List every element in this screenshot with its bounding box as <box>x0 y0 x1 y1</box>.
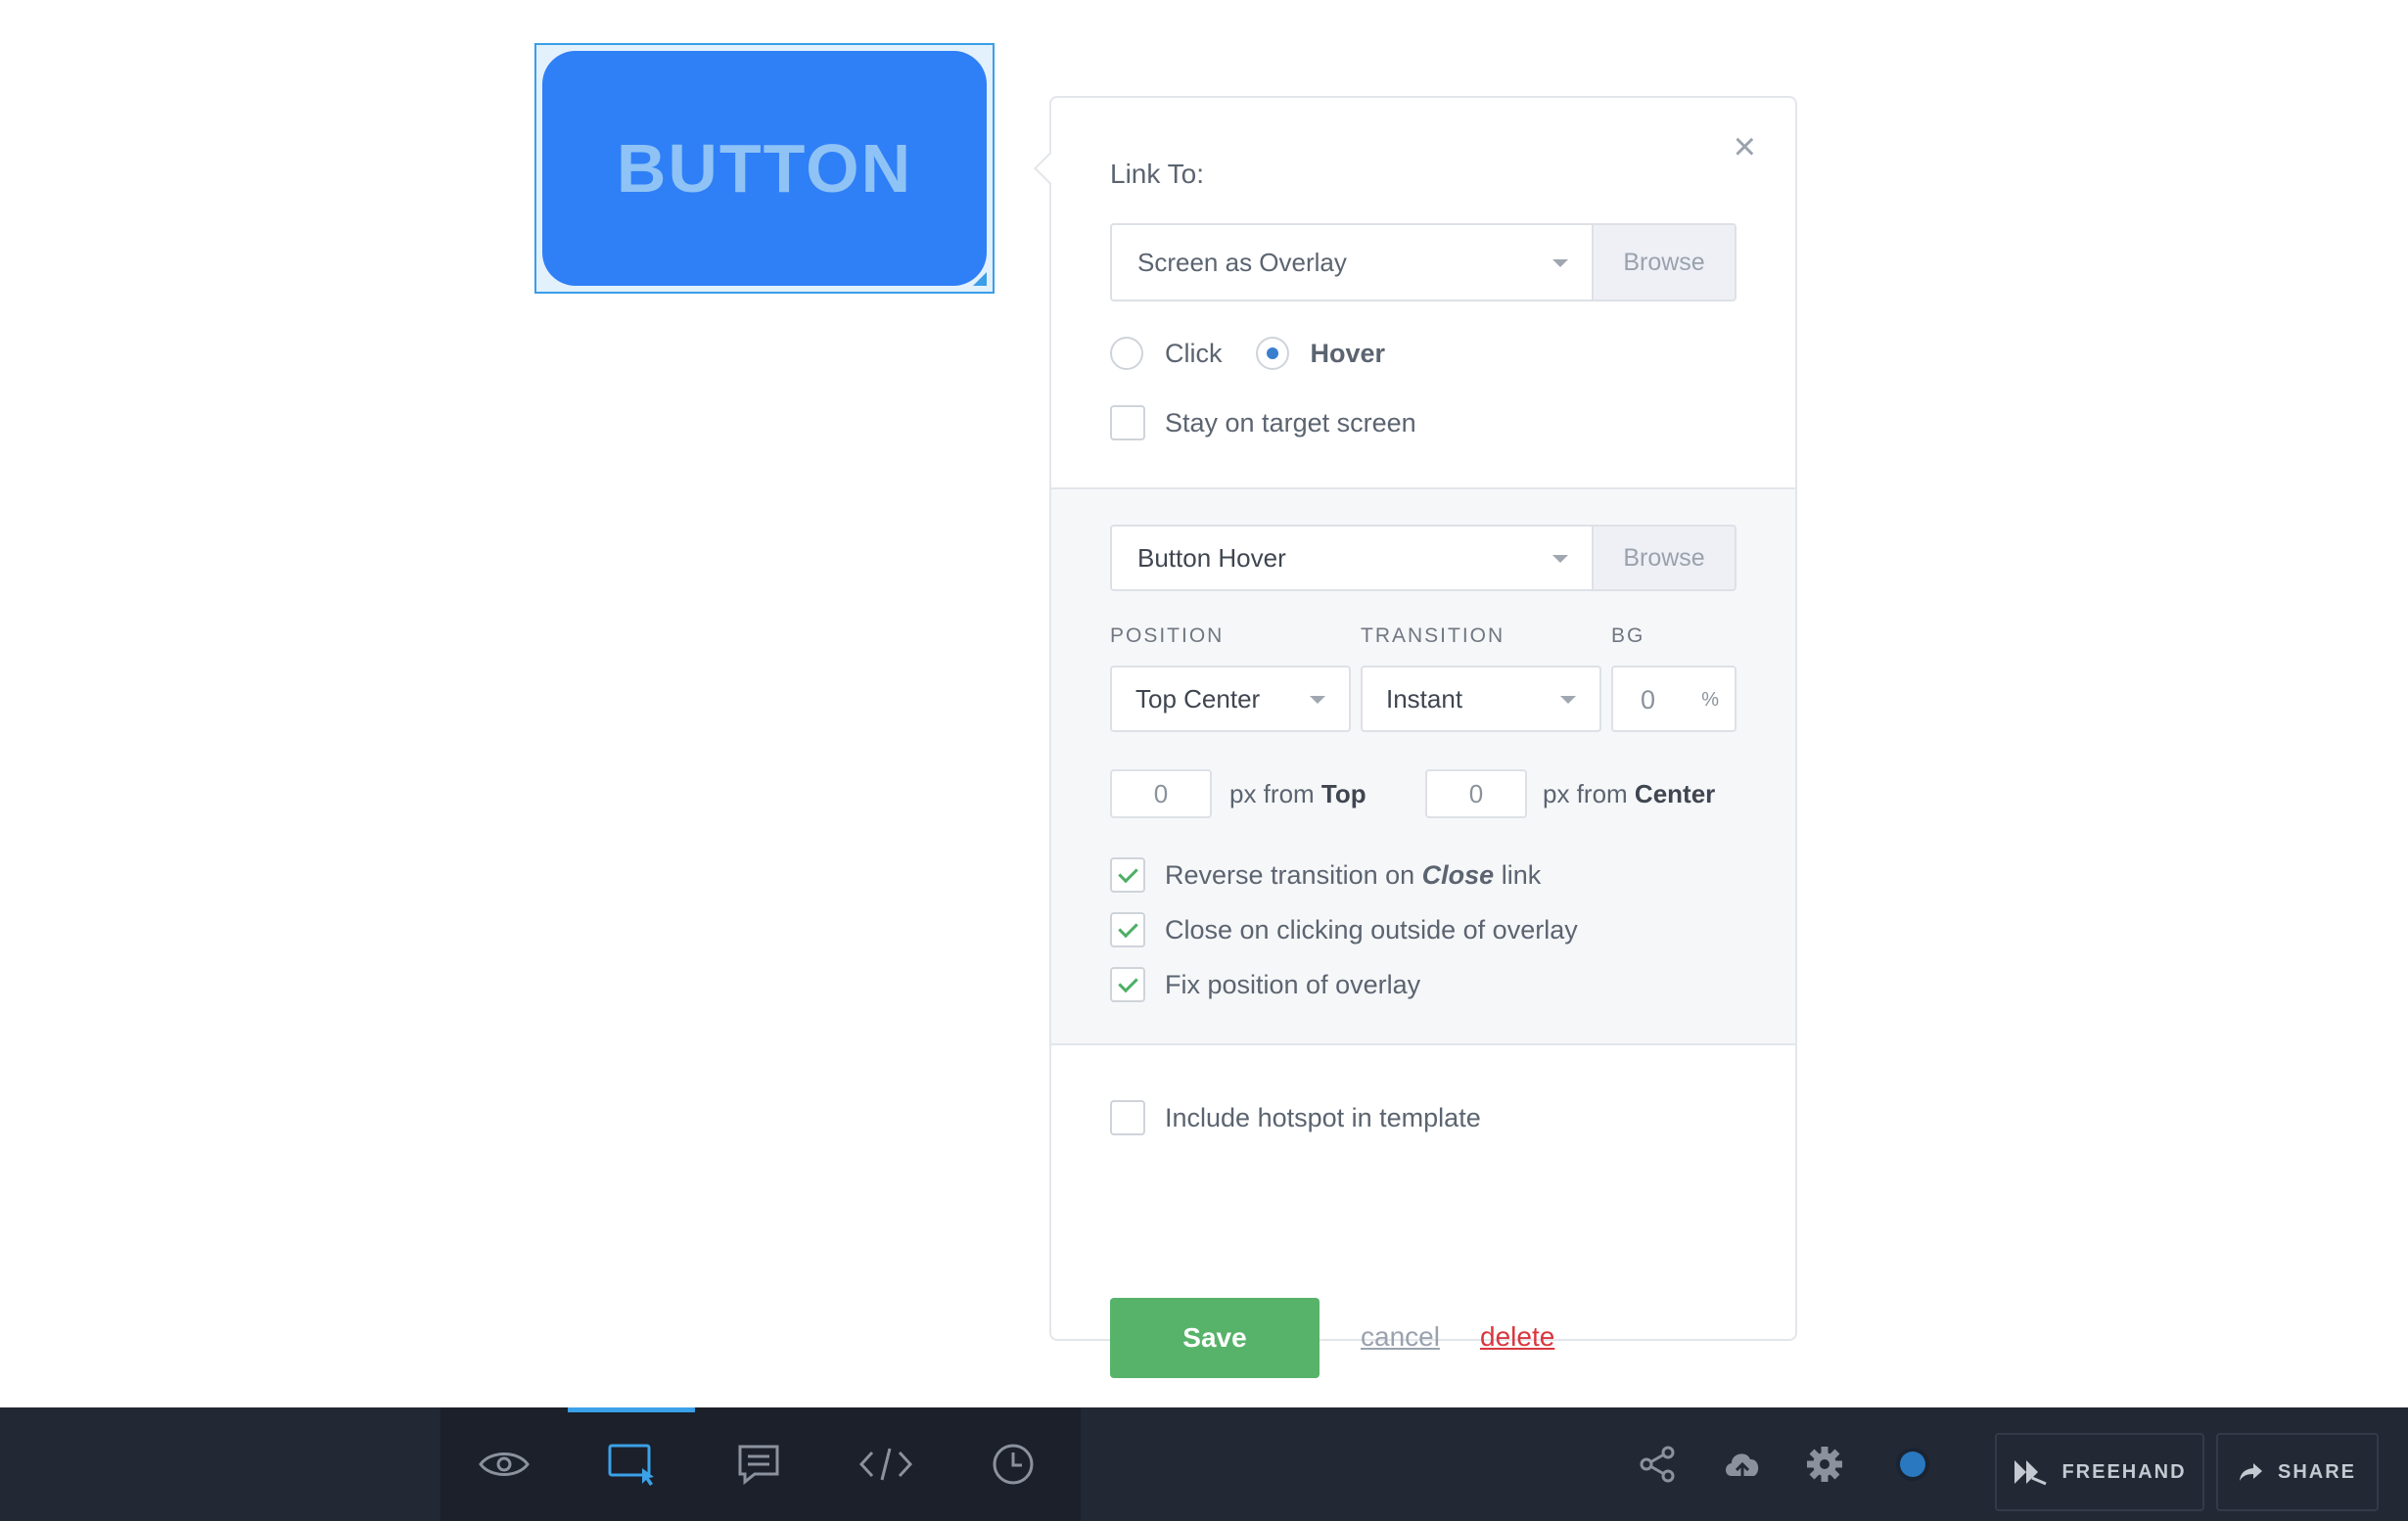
position-select[interactable]: Top Center <box>1110 666 1351 732</box>
delete-link[interactable]: delete <box>1480 1321 1554 1353</box>
include-template-checkbox[interactable] <box>1110 1100 1145 1135</box>
click-radio-label[interactable]: Click <box>1165 339 1223 369</box>
link-type-row: Screen as Overlay Browse <box>1110 223 1737 301</box>
clock-icon <box>993 1444 1034 1485</box>
browse-button[interactable]: Browse <box>1592 223 1737 301</box>
chevron-down-icon <box>1310 696 1325 704</box>
reverse-suffix: link <box>1501 859 1542 890</box>
offset-center-anchor: Center <box>1634 779 1716 808</box>
bg-opacity-value: 0 <box>1641 685 1656 714</box>
overlay-screen-row: Button Hover Browse <box>1110 525 1737 591</box>
eye-icon <box>479 1452 530 1476</box>
comments-tool[interactable] <box>695 1407 822 1521</box>
fix-position-checkbox[interactable] <box>1110 967 1145 1002</box>
link-type-value: Screen as Overlay <box>1137 247 1347 277</box>
freehand-button[interactable]: FREEHAND <box>1995 1433 2204 1511</box>
freehand-label: FREEHAND <box>2061 1460 2187 1483</box>
gear-glyph <box>1807 1447 1842 1482</box>
chevron-down-icon <box>1552 259 1568 267</box>
fix-position-label: Fix position of overlay <box>1165 969 1421 999</box>
hotspot-tool[interactable] <box>568 1407 695 1521</box>
cloud-upload-icon[interactable] <box>1711 1407 1774 1521</box>
hotspot-button-text: BUTTON <box>616 130 913 207</box>
overlay-browse-button[interactable]: Browse <box>1592 525 1737 591</box>
cloud-glyph <box>1726 1453 1759 1478</box>
gear-icon[interactable] <box>1793 1407 1856 1521</box>
include-template-label: Include hotspot in template <box>1165 1102 1481 1132</box>
mode-tools <box>440 1407 1081 1521</box>
share-nodes-icon[interactable] <box>1627 1407 1690 1521</box>
offset-center-input[interactable]: 0 <box>1425 769 1527 818</box>
offset-top-anchor: Top <box>1320 779 1366 808</box>
link-type-select[interactable]: Screen as Overlay <box>1110 223 1592 301</box>
share-label: SHARE <box>2277 1460 2356 1483</box>
code-icon <box>858 1448 913 1481</box>
freehand-icon <box>2014 1460 2048 1486</box>
position-value: Top Center <box>1135 683 1261 714</box>
offset-center-text: px from <box>1543 779 1628 808</box>
status-dot-glyph <box>1896 1448 1929 1481</box>
chevron-down-icon <box>1552 555 1568 563</box>
transition-select[interactable]: Instant <box>1361 666 1601 732</box>
bg-opacity-unit: % <box>1701 689 1719 711</box>
hotspot-icon <box>608 1444 654 1486</box>
actions-section: Include hotspot in template Save cancel … <box>1051 1045 1795 1378</box>
hover-radio-label[interactable]: Hover <box>1311 339 1386 369</box>
chevron-down-icon <box>1560 696 1576 704</box>
stay-on-target-option[interactable]: Stay on target screen <box>1110 405 1416 440</box>
bg-opacity-input[interactable]: 0 % <box>1611 666 1737 732</box>
panel-title: Link To: <box>1110 159 1204 189</box>
stay-on-target-checkbox[interactable] <box>1110 405 1145 440</box>
resize-handle[interactable] <box>973 272 987 286</box>
hover-radio[interactable] <box>1255 337 1289 370</box>
close-icon[interactable]: × <box>1734 127 1756 166</box>
link-settings-panel: × Link To: Screen as Overlay Browse Clic… <box>1034 96 1797 1378</box>
reverse-transition-checkbox[interactable] <box>1110 857 1145 893</box>
hotspot-selection[interactable]: BUTTON <box>534 43 995 294</box>
fix-position-option[interactable]: Fix position of overlay <box>1110 967 1420 1002</box>
reverse-emph: Close <box>1421 859 1495 890</box>
offset-top-label: px from Top <box>1229 779 1366 809</box>
preview-tool[interactable] <box>440 1407 568 1521</box>
reverse-prefix: Reverse transition on <box>1165 859 1415 890</box>
share-button[interactable]: SHARE <box>2216 1433 2379 1511</box>
close-outside-label: Close on clicking outside of overlay <box>1165 914 1578 945</box>
overlay-section: Button Hover Browse POSITION TRANSITION … <box>1051 489 1795 1045</box>
trigger-options: Click Hover <box>1110 337 1418 370</box>
comment-icon <box>738 1445 779 1485</box>
share-arrow-icon <box>2239 1463 2262 1481</box>
share-nodes-glyph <box>1640 1446 1675 1483</box>
status-dot-icon[interactable] <box>1881 1407 1944 1521</box>
prototype-canvas: BUTTON × Link To: Screen as Overlay Brow… <box>0 0 2408 1407</box>
overlay-screen-value: Button Hover <box>1137 542 1286 573</box>
position-label: POSITION <box>1110 624 1225 647</box>
include-template-option[interactable]: Include hotspot in template <box>1110 1100 1481 1135</box>
code-tool[interactable] <box>822 1407 949 1521</box>
stay-on-target-label: Stay on target screen <box>1165 407 1416 438</box>
offset-top-text: px from <box>1229 779 1315 808</box>
hotspot-button-image: BUTTON <box>542 51 987 286</box>
reverse-transition-option[interactable]: Reverse transition on Close link <box>1110 857 1541 893</box>
cancel-link[interactable]: cancel <box>1361 1321 1440 1353</box>
offset-top-input[interactable]: 0 <box>1110 769 1212 818</box>
bg-label: BG <box>1611 624 1645 647</box>
overlay-screen-select[interactable]: Button Hover <box>1110 525 1592 591</box>
bottom-toolbar: FREEHAND SHARE <box>0 1407 2408 1521</box>
click-radio[interactable] <box>1110 337 1143 370</box>
save-button[interactable]: Save <box>1110 1298 1320 1378</box>
history-tool[interactable] <box>949 1407 1077 1521</box>
transition-label: TRANSITION <box>1361 624 1505 647</box>
offset-center-label: px from Center <box>1543 779 1715 809</box>
close-outside-option[interactable]: Close on clicking outside of overlay <box>1110 912 1578 947</box>
link-section: × Link To: Screen as Overlay Browse Clic… <box>1051 98 1795 489</box>
reverse-transition-label: Reverse transition on Close link <box>1165 860 1541 891</box>
close-outside-checkbox[interactable] <box>1110 912 1145 947</box>
transition-value: Instant <box>1386 683 1463 714</box>
